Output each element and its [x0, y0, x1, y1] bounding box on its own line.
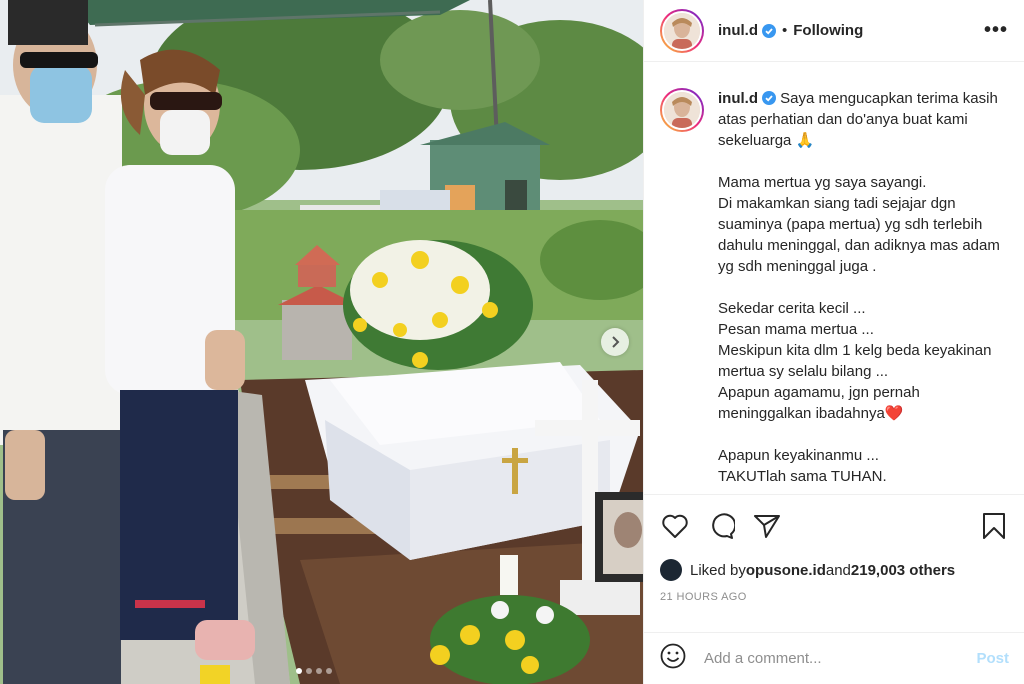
liker-avatar[interactable]	[660, 559, 682, 581]
more-options-button[interactable]: •••	[984, 19, 1008, 42]
save-icon[interactable]	[979, 511, 1009, 541]
post-media[interactable]	[0, 0, 643, 684]
author-avatar[interactable]	[660, 8, 704, 53]
avatar-photo	[664, 92, 700, 128]
emoji-icon[interactable]	[660, 643, 686, 674]
likes-joiner: and	[825, 561, 851, 579]
header-separator: •	[782, 22, 788, 39]
post-side-panel: inul.d • Following ••• inul.d Saya mengu…	[643, 0, 1024, 684]
post-photo	[0, 0, 643, 684]
caption-avatar[interactable]	[660, 88, 704, 132]
comment-icon[interactable]	[706, 511, 736, 541]
post-header: inul.d • Following •••	[644, 0, 1024, 62]
likes-summary: Liked by opusone.id and 219,003 others	[660, 559, 1009, 581]
comment-box: Post	[644, 632, 1024, 684]
post-comment-button[interactable]: Post	[976, 650, 1009, 667]
carousel-next-button[interactable]	[601, 328, 629, 356]
carousel-dot	[296, 668, 302, 674]
carousel-dot	[306, 668, 312, 674]
verified-icon	[762, 23, 776, 38]
post-actions: Liked by opusone.id and 219,003 others 2…	[644, 494, 1024, 603]
chevron-right-icon	[612, 336, 620, 348]
like-icon[interactable]	[660, 511, 690, 541]
avatar-photo	[664, 12, 700, 49]
carousel-indicator	[296, 668, 332, 674]
author-username[interactable]: inul.d	[718, 22, 758, 39]
verified-icon	[762, 91, 776, 105]
caption-body: Saya mengucapkan terima kasih atas perha…	[718, 90, 1000, 485]
likes-prefix: Liked by	[690, 561, 746, 579]
carousel-dot	[316, 668, 322, 674]
liker-username[interactable]: opusone.id	[746, 562, 826, 579]
caption-text: inul.d Saya mengucapkan terima kasih ata…	[718, 88, 1008, 487]
caption-section: inul.d Saya mengucapkan terima kasih ata…	[644, 62, 1024, 494]
likes-count[interactable]: 219,003 others	[851, 562, 955, 579]
following-button[interactable]: Following	[793, 22, 863, 39]
carousel-dot	[326, 668, 332, 674]
caption-username[interactable]: inul.d	[718, 90, 758, 107]
share-icon[interactable]	[752, 511, 782, 541]
post-timestamp[interactable]: 21 HOURS AGO	[660, 591, 1009, 603]
comment-input[interactable]	[704, 650, 977, 667]
